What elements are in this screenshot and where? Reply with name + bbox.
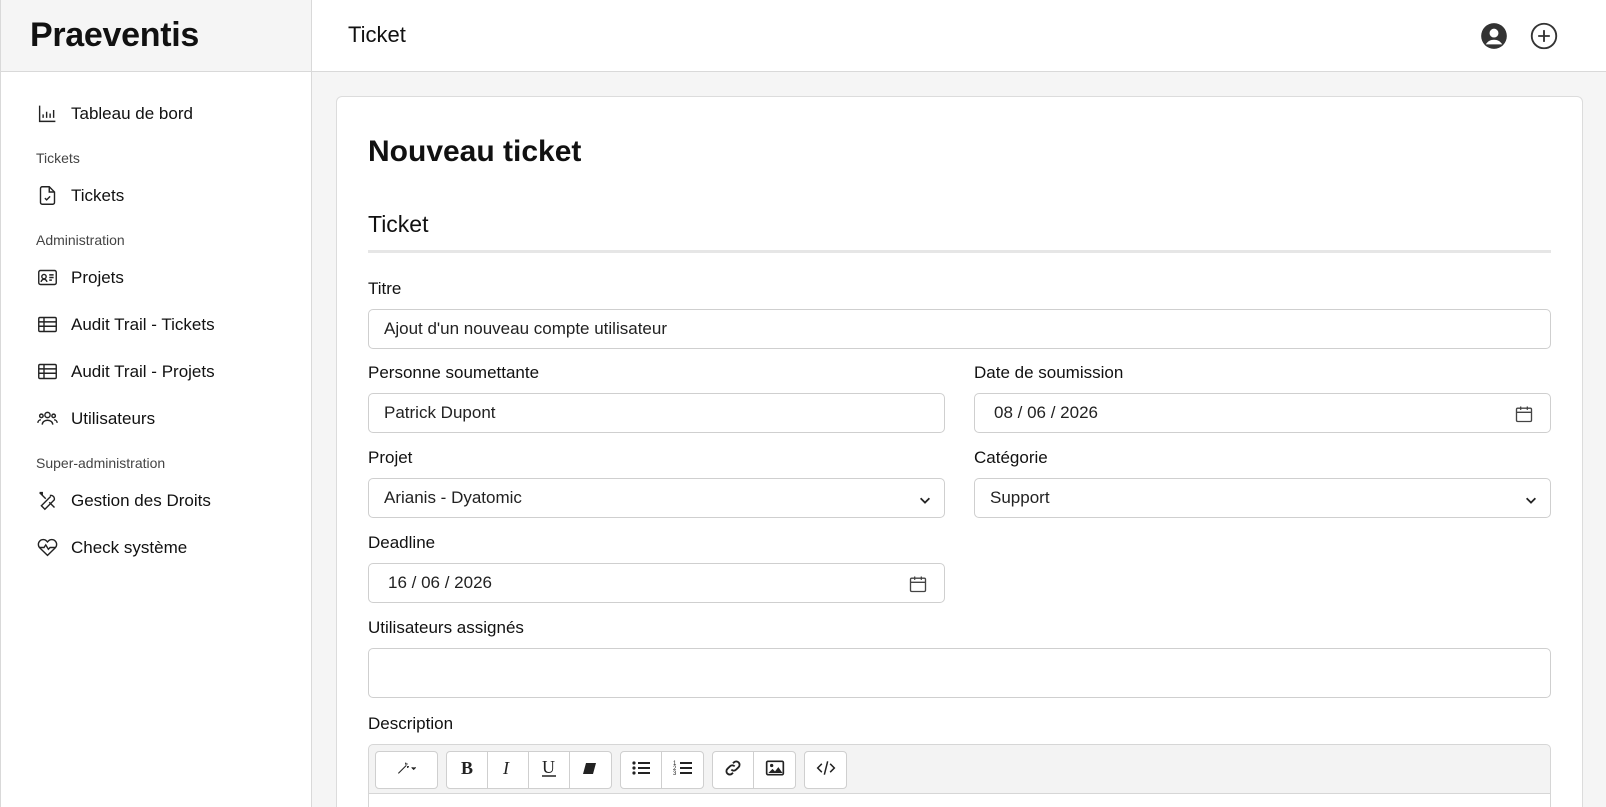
date-soumission-value: 08 / 06 / 2026	[994, 403, 1098, 422]
link-button[interactable]	[713, 752, 755, 788]
image-button[interactable]	[754, 752, 795, 788]
underline-button[interactable]: U	[529, 752, 570, 788]
link-icon	[723, 758, 743, 783]
sidebar-item-utilisateurs[interactable]: Utilisateurs	[1, 395, 311, 442]
personne-value: Patrick Dupont	[384, 403, 496, 422]
sidebar-section-title: Administration	[36, 232, 125, 248]
ordered-list-icon: 123	[673, 758, 693, 783]
chevron-down-icon	[918, 492, 932, 506]
assignes-label: Utilisateurs assignés	[368, 618, 524, 637]
projet-select[interactable]: Arianis - Dyatomic	[368, 478, 945, 518]
sidebar-item-audit-tickets[interactable]: Audit Trail - Tickets	[1, 301, 311, 348]
sidebar-item-projets[interactable]: Projets	[1, 254, 311, 301]
bold-button[interactable]: B	[447, 752, 488, 788]
titre-label: Titre	[368, 279, 402, 298]
editor-toolbar: B I U 123	[368, 744, 1551, 794]
sidebar-item-label: Audit Trail - Projets	[71, 361, 215, 381]
deadline-input[interactable]: 16 / 06 / 2026	[368, 563, 945, 603]
insert-group	[712, 751, 796, 789]
bold-icon: B	[457, 758, 477, 783]
projet-label: Projet	[368, 448, 413, 467]
id-card-icon	[36, 267, 58, 289]
tools-icon	[36, 490, 58, 512]
sidebar-item-check-systeme[interactable]: Check système	[1, 524, 311, 571]
form-card: Nouveau ticket Ticket Titre Ajout d'un n…	[336, 96, 1583, 807]
form-heading: Nouveau ticket	[368, 135, 582, 168]
assignes-input[interactable]	[368, 648, 1551, 698]
personne-label: Personne soumettante	[368, 363, 540, 382]
sidebar-item-label: Projets	[71, 267, 124, 287]
sidebar-item-label: Tickets	[71, 185, 125, 205]
section-divider	[368, 250, 1551, 253]
svg-text:I: I	[502, 758, 510, 778]
user-circle-icon[interactable]	[1480, 22, 1508, 50]
eraser-icon	[580, 758, 600, 783]
svg-text:U: U	[542, 758, 555, 777]
bar-chart-icon	[36, 103, 58, 125]
style-group	[375, 751, 438, 789]
svg-text:B: B	[461, 758, 473, 778]
code-view-button[interactable]	[805, 752, 846, 788]
table-icon	[36, 361, 58, 383]
categorie-value: Support	[990, 488, 1050, 507]
top-bar: Ticket	[312, 0, 1606, 72]
unordered-list-button[interactable]	[621, 752, 663, 788]
personne-input[interactable]: Patrick Dupont	[368, 393, 945, 433]
titre-input[interactable]: Ajout d'un nouveau compte utilisateur	[368, 309, 1551, 349]
sidebar-section-title: Tickets	[36, 150, 80, 166]
file-check-icon	[36, 185, 58, 207]
sidebar: Praeventis Tableau de bord Tickets Ticke…	[0, 0, 312, 807]
titre-value: Ajout d'un nouveau compte utilisateur	[384, 319, 667, 338]
date-soumission-input[interactable]: 08 / 06 / 2026	[974, 393, 1551, 433]
categorie-select[interactable]: Support	[974, 478, 1551, 518]
svg-text:3: 3	[673, 771, 677, 777]
unordered-list-icon	[631, 758, 651, 783]
sidebar-item-tickets[interactable]: Tickets	[1, 172, 311, 219]
description-label: Description	[368, 714, 454, 733]
sidebar-item-label: Gestion des Droits	[71, 490, 211, 510]
magic-style-icon	[397, 758, 417, 783]
description-editor[interactable]	[368, 794, 1551, 807]
eraser-button[interactable]	[570, 752, 611, 788]
calendar-icon[interactable]	[1514, 404, 1534, 424]
date-soumission-label: Date de soumission	[974, 363, 1124, 382]
code-group	[804, 751, 847, 789]
magic-style-button[interactable]	[376, 752, 437, 788]
sidebar-item-label: Utilisateurs	[71, 408, 156, 428]
chevron-down-icon	[1524, 492, 1538, 506]
ordered-list-button[interactable]: 123	[662, 752, 703, 788]
section-title: Ticket	[368, 211, 429, 237]
sidebar-nav: Tableau de bord Tickets Tickets Administ…	[1, 72, 311, 571]
italic-icon: I	[498, 758, 518, 783]
sidebar-item-label: Audit Trail - Tickets	[71, 314, 215, 334]
plus-circle-icon[interactable]	[1530, 22, 1558, 50]
heart-pulse-icon	[36, 537, 58, 559]
calendar-icon[interactable]	[908, 574, 928, 594]
format-group: B I U	[446, 751, 612, 789]
page-title: Ticket	[348, 22, 406, 47]
table-icon	[36, 314, 58, 336]
sidebar-item-audit-projets[interactable]: Audit Trail - Projets	[1, 348, 311, 395]
sidebar-section-title: Super-administration	[36, 455, 166, 471]
image-icon	[765, 758, 785, 783]
sidebar-item-gestion-droits[interactable]: Gestion des Droits	[1, 477, 311, 524]
deadline-label: Deadline	[368, 533, 436, 552]
sidebar-item-label: Check système	[71, 537, 188, 557]
categorie-label: Catégorie	[974, 448, 1048, 467]
projet-value: Arianis - Dyatomic	[384, 488, 522, 507]
sidebar-item-label: Tableau de bord	[71, 103, 193, 123]
italic-button[interactable]: I	[488, 752, 529, 788]
users-icon	[36, 408, 58, 430]
brand-logo[interactable]: Praeventis	[1, 0, 311, 72]
underline-icon: U	[539, 757, 559, 783]
deadline-value: 16 / 06 / 2026	[388, 573, 492, 592]
code-icon	[816, 758, 836, 783]
sidebar-item-dashboard[interactable]: Tableau de bord	[1, 90, 311, 137]
list-group: 123	[620, 751, 704, 789]
